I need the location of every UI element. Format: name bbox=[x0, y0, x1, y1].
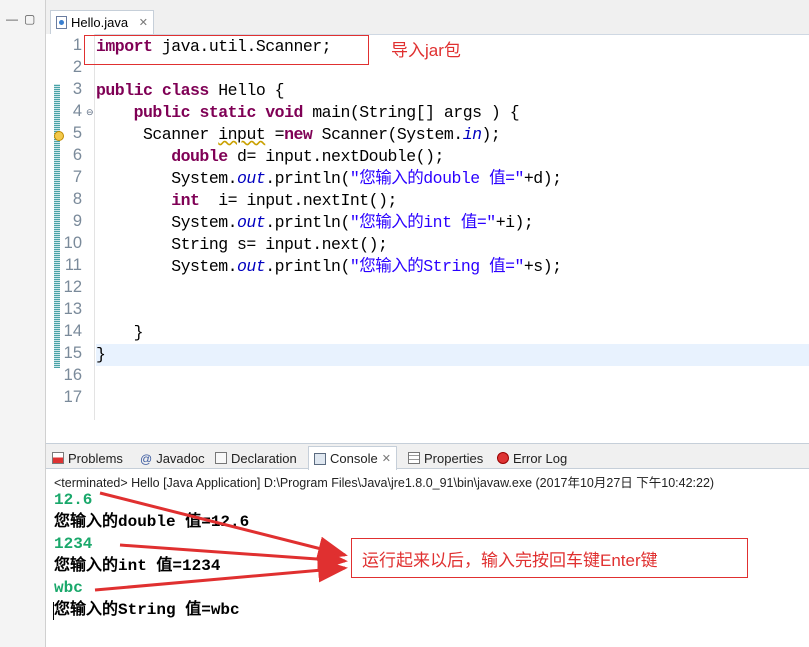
code-line-3: public class Hello { bbox=[96, 81, 285, 100]
line-number: 10 bbox=[63, 234, 82, 252]
warning-icon[interactable] bbox=[54, 131, 64, 141]
code-area[interactable]: import java.util.Scanner; public class H… bbox=[96, 34, 809, 434]
code-line-4: public static void main(String[] args ) … bbox=[133, 103, 520, 122]
line-number: 17 bbox=[63, 388, 82, 406]
line-number: 14 bbox=[63, 322, 82, 340]
editor-tab-title: Hello.java bbox=[71, 15, 129, 30]
text-caret bbox=[53, 602, 54, 620]
error-log-icon bbox=[497, 452, 509, 464]
code-line-14: } bbox=[96, 323, 144, 342]
line-number: 7 bbox=[72, 168, 82, 186]
tab-error-log[interactable]: Error Log bbox=[497, 447, 567, 469]
console-input-line: 1234 bbox=[54, 535, 93, 553]
code-line-9: System.out.println("您输入的int 值="+i); bbox=[96, 213, 534, 232]
import-annotation-text: 导入jar包 bbox=[391, 41, 461, 60]
tab-label: Error Log bbox=[513, 450, 568, 466]
code-line-11: System.out.println("您输入的String 值="+s); bbox=[96, 257, 562, 276]
fold-collapse-icon[interactable]: ⊖ bbox=[86, 107, 94, 118]
line-number: 3 bbox=[72, 80, 82, 98]
editor-tab-hello-java[interactable]: Hello.java ✕ bbox=[50, 10, 154, 34]
console-output-line: 您输入的String 值=wbc bbox=[54, 601, 240, 619]
tab-javadoc[interactable]: @ Javadoc bbox=[140, 447, 205, 469]
line-number: 8 bbox=[72, 190, 82, 208]
tab-label: Problems bbox=[68, 450, 123, 466]
line-number: 12 bbox=[63, 278, 82, 296]
line-number-gutter: ⊖ 1 2 3 4 5 6 7 8 9 10 11 12 13 14 15 16… bbox=[46, 34, 94, 443]
console-output-line: 您输入的double 值=12.6 bbox=[54, 513, 250, 531]
tab-label: Javadoc bbox=[156, 450, 205, 466]
current-line-highlight bbox=[96, 344, 809, 366]
line-number: 5 bbox=[72, 124, 82, 142]
line-number: 16 bbox=[63, 366, 82, 384]
console-input-line: wbc bbox=[54, 579, 83, 597]
tab-declaration[interactable]: Declaration bbox=[215, 447, 297, 469]
properties-icon bbox=[408, 452, 420, 464]
java-editor: Hello.java ✕ ⊖ 1 2 3 4 5 6 7 8 9 10 11 1… bbox=[46, 0, 809, 443]
import-annotation-box bbox=[84, 35, 369, 65]
code-line-10: String s= input.next(); bbox=[96, 235, 388, 254]
line-number: 1 bbox=[72, 36, 82, 54]
console-output-line: 您输入的int 值=1234 bbox=[54, 557, 221, 575]
tab-console[interactable]: Console ✕ bbox=[308, 446, 397, 470]
line-number: 11 bbox=[64, 256, 82, 274]
problems-icon bbox=[52, 452, 64, 464]
code-line-7: System.out.println("您输入的double 值="+d); bbox=[96, 169, 562, 188]
line-number: 13 bbox=[63, 300, 82, 318]
run-annotation-text: 运行起来以后，输入完按回车键Enter键 bbox=[362, 551, 658, 570]
tab-label: Properties bbox=[424, 450, 484, 466]
editor-ruler bbox=[94, 34, 95, 420]
console-icon bbox=[314, 452, 326, 465]
declaration-icon bbox=[215, 452, 227, 464]
line-number: 15 bbox=[63, 344, 82, 362]
code-line-5: Scanner input =new Scanner(System.in); bbox=[96, 125, 501, 144]
line-number: 4 bbox=[72, 102, 82, 120]
close-icon[interactable]: ✕ bbox=[382, 452, 391, 465]
left-view-strip: — ▢ bbox=[0, 0, 46, 647]
maximize-button[interactable]: ▢ bbox=[24, 12, 35, 26]
minimize-button[interactable]: — bbox=[6, 12, 18, 26]
console-input-line: 12.6 bbox=[54, 491, 93, 509]
console-status-line: <terminated> Hello [Java Application] D:… bbox=[54, 476, 715, 490]
panel-tab-bar: Problems @ Javadoc Declaration Console ✕… bbox=[46, 443, 809, 470]
line-number: 6 bbox=[72, 146, 82, 164]
code-line-8: int i= input.nextInt(); bbox=[171, 191, 397, 210]
code-line-6: double d= input.nextDouble(); bbox=[171, 147, 444, 166]
editor-horizontal-scrollbar[interactable] bbox=[94, 420, 809, 437]
javadoc-at-icon: @ bbox=[140, 452, 153, 466]
close-icon[interactable]: ✕ bbox=[139, 16, 148, 29]
tab-problems[interactable]: Problems bbox=[52, 447, 123, 469]
code-line-15: } bbox=[96, 345, 106, 364]
tab-label: Declaration bbox=[231, 450, 297, 466]
java-file-icon bbox=[56, 16, 67, 29]
line-number: 2 bbox=[72, 58, 82, 76]
editor-tab-bar: Hello.java ✕ bbox=[46, 0, 809, 35]
quick-diff-bar bbox=[54, 84, 60, 368]
line-number: 9 bbox=[72, 212, 82, 230]
tab-label: Console bbox=[330, 451, 378, 466]
tab-properties[interactable]: Properties bbox=[408, 447, 483, 469]
